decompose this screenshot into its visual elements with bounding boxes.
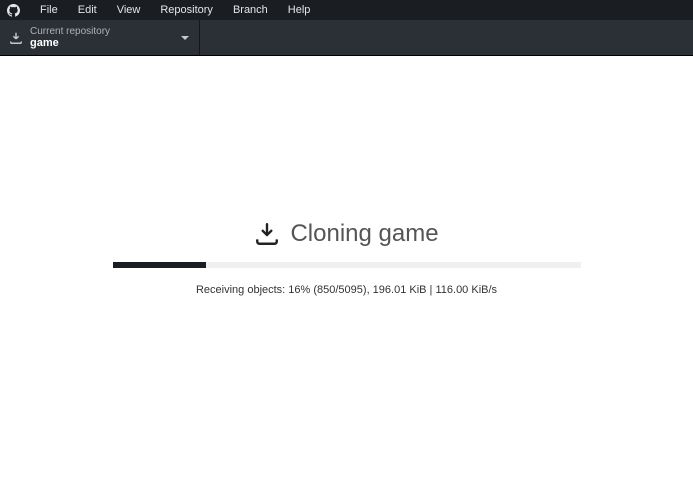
menu-file[interactable]: File <box>30 0 68 20</box>
menu-view[interactable]: View <box>107 0 151 20</box>
clone-heading: Cloning game <box>254 220 438 248</box>
progress-fill <box>113 262 207 268</box>
menu-help[interactable]: Help <box>278 0 321 20</box>
menu-branch[interactable]: Branch <box>223 0 278 20</box>
progress-bar <box>113 262 581 268</box>
menu-repository[interactable]: Repository <box>150 0 223 20</box>
menubar: File Edit View Repository Branch Help <box>0 0 693 20</box>
menu-edit[interactable]: Edit <box>68 0 107 20</box>
github-logo-icon <box>6 3 20 17</box>
status-text: Receiving objects: 16% (850/5095), 196.0… <box>196 284 497 296</box>
clone-title: Cloning game <box>290 220 438 248</box>
content: Cloning game Receiving objects: 16% (850… <box>0 36 693 480</box>
clone-download-icon <box>254 221 280 247</box>
